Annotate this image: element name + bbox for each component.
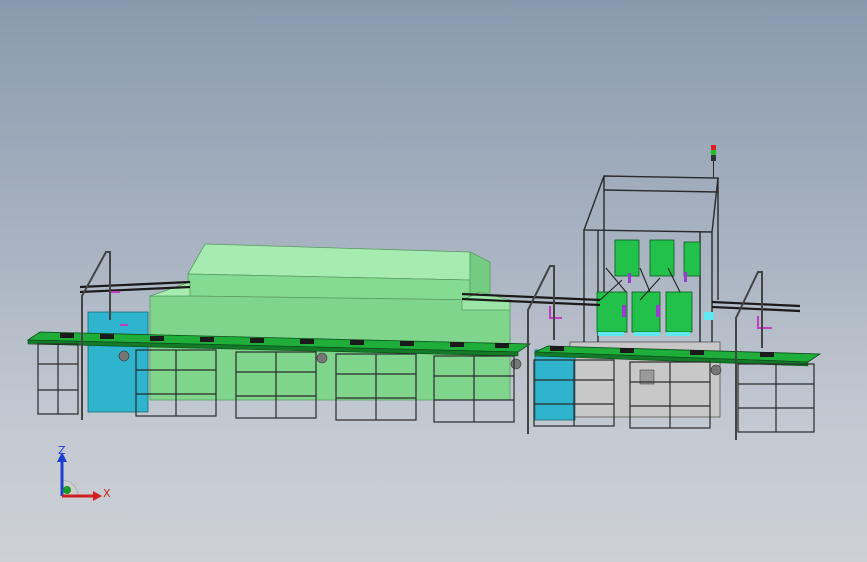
x-axis-label: X [103,487,111,500]
left-cyan-panel[interactable] [87,311,149,413]
assembly-line-model[interactable] [0,0,867,562]
robot-units[interactable] [596,239,714,336]
model-viewport[interactable]: Z X [0,0,867,562]
z-axis-label: Z [58,444,66,457]
stack-light-icon [711,145,716,178]
